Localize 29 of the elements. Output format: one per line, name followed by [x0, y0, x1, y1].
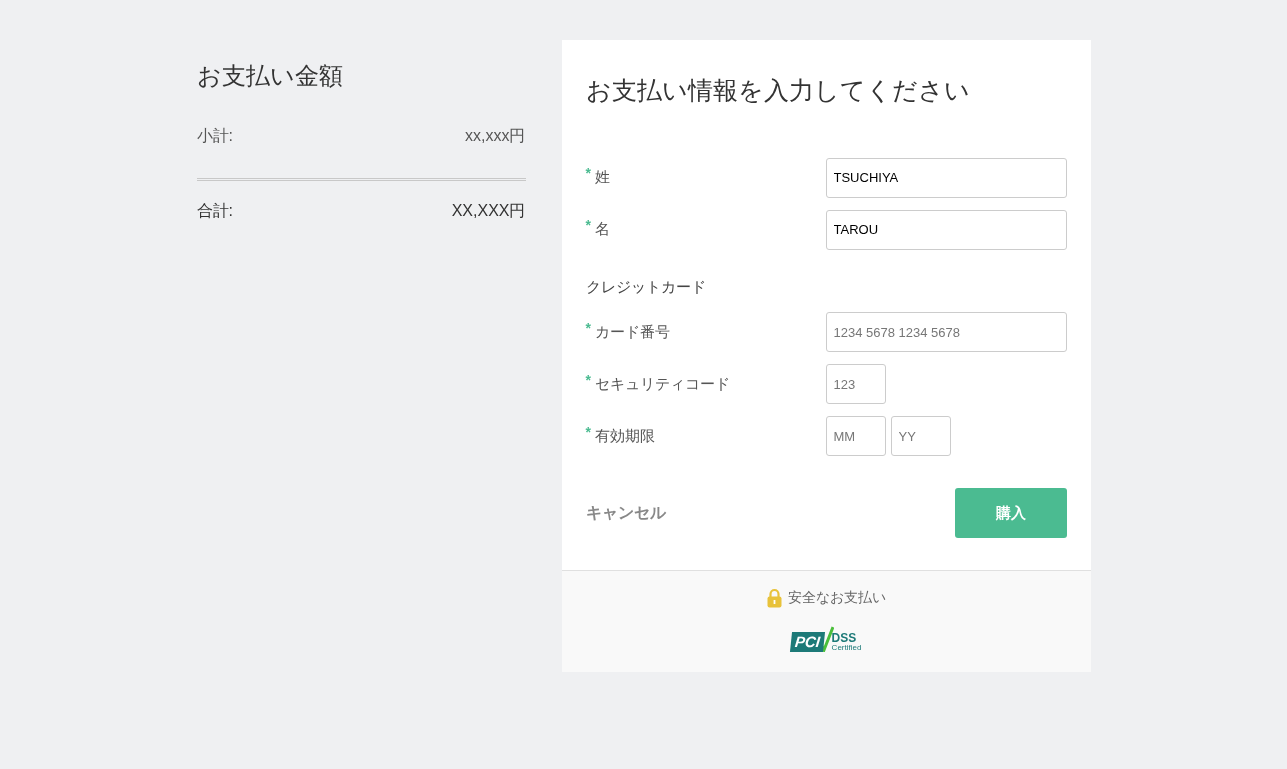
field-label: 姓 — [594, 167, 610, 188]
field-label: セキュリティコード — [594, 373, 730, 394]
input-field[interactable]: TAROU — [825, 209, 1067, 250]
subtotal-value: xx,xxx円 — [465, 126, 526, 146]
total-label: 合計: — [196, 201, 233, 221]
field-label: 有効期限 — [594, 425, 655, 446]
certified-text: Certified — [831, 644, 862, 652]
subtotal-label: 小計: — [196, 126, 233, 146]
total-value: XX,XXX円 — [451, 201, 526, 221]
input-field[interactable]: TSUCHIYA — [825, 157, 1067, 198]
input-field[interactable]: 123 — [825, 364, 886, 404]
section-heading: クレジットカード — [585, 276, 707, 297]
input-field[interactable]: 1234 5678 1234 5678 — [825, 312, 1067, 352]
input-field[interactable]: YY — [890, 416, 951, 456]
required-mark: * — [585, 320, 591, 335]
form-title: お支払い情報を入力してください — [585, 75, 971, 106]
input-field[interactable]: MM — [825, 416, 886, 456]
required-mark: * — [585, 424, 591, 439]
required-mark: * — [585, 372, 591, 387]
dss-text: DSS — [831, 632, 858, 644]
summary-title: お支払い金額 — [196, 61, 344, 91]
pci-text: PCI — [789, 632, 825, 652]
cancel-button[interactable]: キャンセル — [585, 501, 666, 525]
field-label: 名 — [594, 219, 610, 240]
field-label: カード番号 — [594, 321, 670, 342]
secure-payment-text: 安全なお支払い — [787, 588, 886, 607]
lock-icon — [766, 587, 782, 608]
required-mark: * — [585, 166, 591, 181]
required-mark: * — [585, 218, 591, 233]
